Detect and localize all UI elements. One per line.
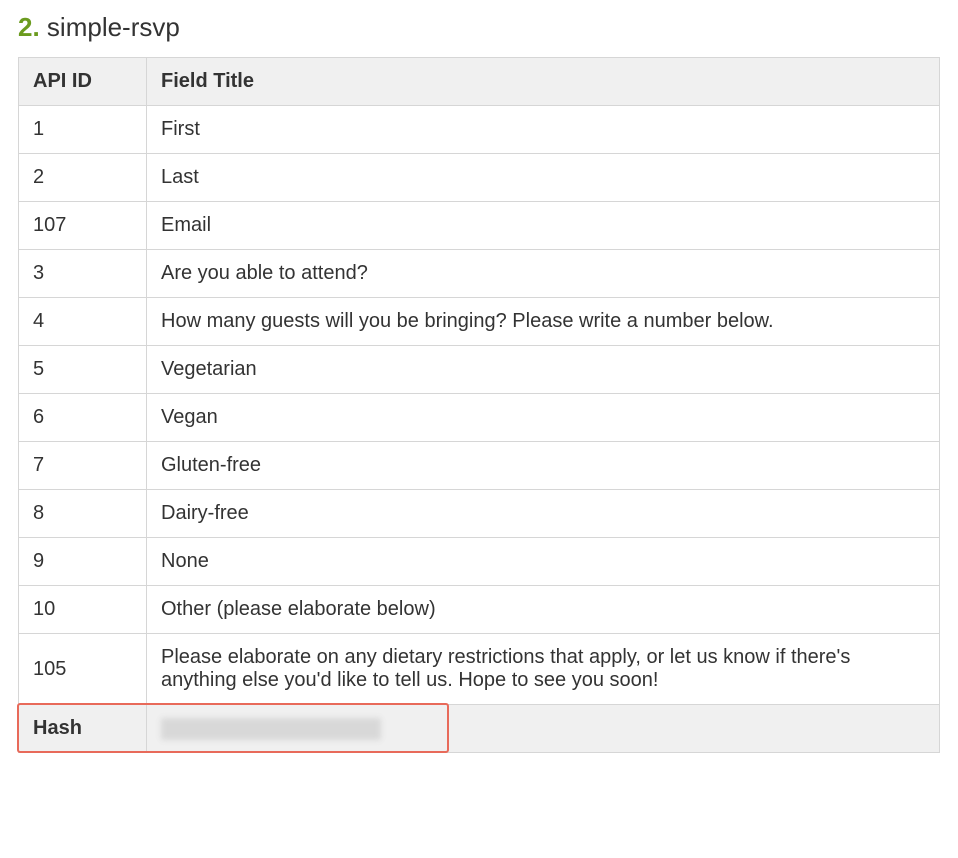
cell-field-title: Dairy-free — [147, 490, 940, 538]
cell-api-id: 4 — [19, 298, 147, 346]
table-row: 6Vegan — [19, 394, 940, 442]
cell-api-id: 7 — [19, 442, 147, 490]
table-row: 5Vegetarian — [19, 346, 940, 394]
redacted-hash — [161, 718, 381, 740]
cell-api-id: 8 — [19, 490, 147, 538]
cell-api-id: 10 — [19, 586, 147, 634]
form-info-section: 2. simple-rsvp API ID Field Title 1First… — [18, 12, 940, 753]
table-row: 3Are you able to attend? — [19, 250, 940, 298]
table-row: 1First — [19, 106, 940, 154]
cell-field-title: Gluten-free — [147, 442, 940, 490]
table-row: 10Other (please elaborate below) — [19, 586, 940, 634]
table-header-row: API ID Field Title — [19, 58, 940, 106]
cell-field-title: Vegetarian — [147, 346, 940, 394]
table-row: 9None — [19, 538, 940, 586]
cell-api-id: 107 — [19, 202, 147, 250]
hash-row: Hash — [19, 705, 940, 753]
header-api-id: API ID — [19, 58, 147, 106]
cell-field-title: Email — [147, 202, 940, 250]
fields-table: API ID Field Title 1First2Last107Email3A… — [18, 57, 940, 753]
hash-value — [147, 705, 940, 753]
table-row: 4How many guests will you be bringing? P… — [19, 298, 940, 346]
cell-api-id: 9 — [19, 538, 147, 586]
table-row: 2Last — [19, 154, 940, 202]
cell-api-id: 1 — [19, 106, 147, 154]
table-row: 105Please elaborate on any dietary restr… — [19, 634, 940, 705]
cell-api-id: 2 — [19, 154, 147, 202]
cell-field-title: First — [147, 106, 940, 154]
cell-field-title: None — [147, 538, 940, 586]
cell-field-title: Last — [147, 154, 940, 202]
hash-label: Hash — [19, 705, 147, 753]
cell-api-id: 3 — [19, 250, 147, 298]
form-name: simple-rsvp — [47, 12, 180, 42]
table-row: 107Email — [19, 202, 940, 250]
cell-api-id: 105 — [19, 634, 147, 705]
cell-api-id: 6 — [19, 394, 147, 442]
form-heading: 2. simple-rsvp — [18, 12, 940, 43]
cell-api-id: 5 — [19, 346, 147, 394]
cell-field-title: Vegan — [147, 394, 940, 442]
table-row: 7Gluten-free — [19, 442, 940, 490]
cell-field-title: Please elaborate on any dietary restrict… — [147, 634, 940, 705]
cell-field-title: Other (please elaborate below) — [147, 586, 940, 634]
table-row: 8Dairy-free — [19, 490, 940, 538]
form-number: 2. — [18, 12, 40, 42]
header-field-title: Field Title — [147, 58, 940, 106]
cell-field-title: How many guests will you be bringing? Pl… — [147, 298, 940, 346]
cell-field-title: Are you able to attend? — [147, 250, 940, 298]
